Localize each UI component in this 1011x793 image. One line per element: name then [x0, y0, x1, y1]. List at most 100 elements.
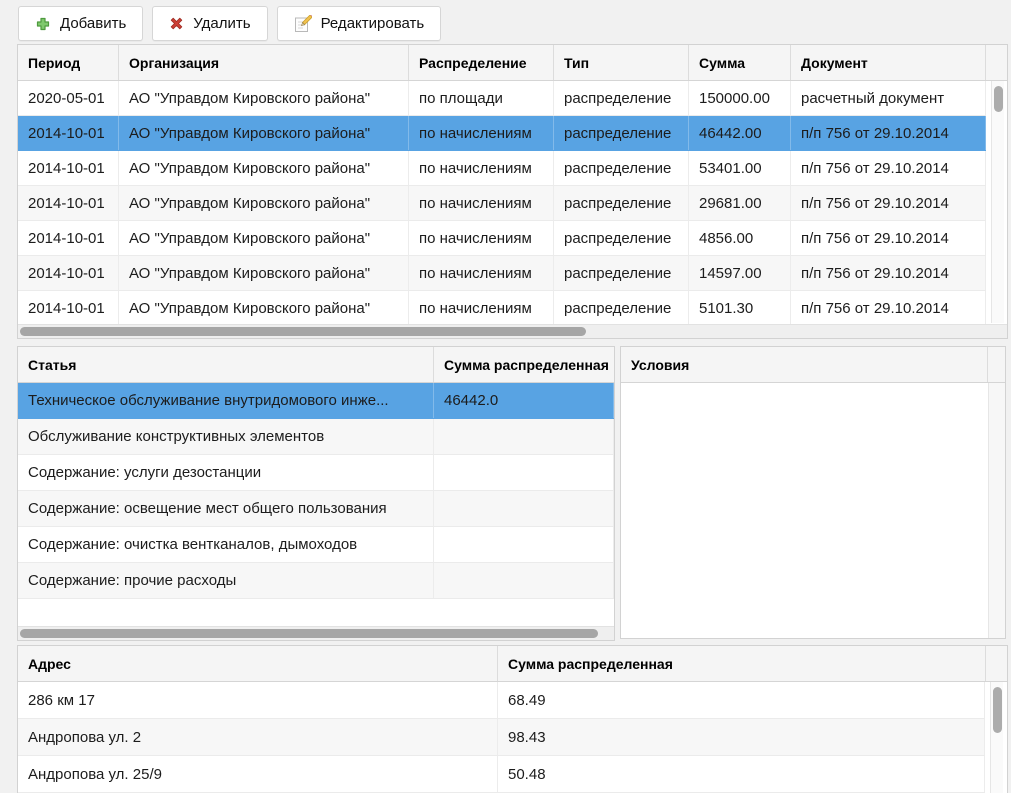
cell-sum [434, 527, 614, 562]
cell-sum: 46442.00 [689, 116, 791, 150]
table-row[interactable]: Андропова ул. 25/950.48 [18, 756, 985, 793]
table-row[interactable]: 2014-10-01АО "Управдом Кировского района… [18, 151, 986, 186]
cell-doc: п/п 756 от 29.10.2014 [791, 186, 986, 220]
cell-period: 2014-10-01 [18, 151, 119, 185]
column-header-doc[interactable]: Документ [791, 45, 986, 80]
vertical-scrollbar[interactable] [990, 682, 1003, 793]
column-header-sum[interactable]: Сумма [689, 45, 791, 80]
horizontal-scrollbar[interactable] [18, 626, 614, 640]
cell-doc: п/п 756 от 29.10.2014 [791, 151, 986, 185]
cell-period: 2014-10-01 [18, 221, 119, 255]
distributions-grid: Период Организация Распределение Тип Сум… [17, 44, 1008, 339]
cell-period: 2014-10-01 [18, 291, 119, 324]
cell-type: распределение [554, 151, 689, 185]
cell-org: АО "Управдом Кировского района" [119, 81, 409, 115]
cell-sum: 150000.00 [689, 81, 791, 115]
cell-sum [434, 491, 614, 526]
table-row[interactable]: 2020-05-01АО "Управдом Кировского района… [18, 81, 986, 116]
cell-type: распределение [554, 81, 689, 115]
cell-dist: по начислениям [409, 221, 554, 255]
table-row[interactable]: Андропова ул. 298.43 [18, 719, 985, 756]
horizontal-scrollbar[interactable] [18, 324, 1007, 338]
cell-sum: 68.49 [498, 682, 985, 718]
conditions-panel-header: Условия [621, 347, 1005, 383]
column-header-address[interactable]: Адрес [18, 646, 498, 681]
plus-icon [35, 16, 51, 32]
articles-grid-header: Статья Сумма распределенная [18, 347, 614, 383]
table-row[interactable]: 2014-10-01АО "Управдом Кировского района… [18, 291, 986, 324]
edit-button-label: Редактировать [321, 15, 425, 32]
table-row[interactable]: 2014-10-01АО "Управдом Кировского района… [18, 221, 986, 256]
column-header-type[interactable]: Тип [554, 45, 689, 80]
cell-period: 2020-05-01 [18, 81, 119, 115]
horizontal-scrollbar-thumb[interactable] [20, 327, 586, 336]
cell-dist: по площади [409, 81, 554, 115]
table-row[interactable]: 2014-10-01АО "Управдом Кировского района… [18, 256, 986, 291]
column-header-org[interactable]: Организация [119, 45, 409, 80]
table-row[interactable]: Техническое обслуживание внутридомового … [18, 383, 614, 419]
cell-address: Андропова ул. 2 [18, 719, 498, 755]
conditions-panel-body [621, 383, 988, 638]
table-row[interactable]: 2014-10-01АО "Управдом Кировского района… [18, 116, 986, 151]
cell-sum [434, 455, 614, 490]
cell-doc: п/п 756 от 29.10.2014 [791, 256, 986, 290]
add-button[interactable]: Добавить [18, 6, 143, 41]
table-row[interactable]: 2014-10-01АО "Управдом Кировского района… [18, 186, 986, 221]
cell-type: распределение [554, 291, 689, 324]
cell-address: 286 км 17 [18, 682, 498, 718]
cell-article: Содержание: очистка вентканалов, дымоход… [18, 527, 434, 562]
table-row[interactable]: Содержание: освещение мест общего пользо… [18, 491, 614, 527]
table-row[interactable]: Обслуживание конструктивных элементов [18, 419, 614, 455]
cell-sum: 29681.00 [689, 186, 791, 220]
addresses-grid: Адрес Сумма распределенная 286 км 1768.4… [17, 645, 1008, 793]
cell-sum: 50.48 [498, 756, 985, 792]
table-row[interactable]: 286 км 1768.49 [18, 682, 985, 719]
cell-sum: 53401.00 [689, 151, 791, 185]
conditions-scrollbar-track[interactable] [988, 383, 1005, 638]
cell-address: Андропова ул. 25/9 [18, 756, 498, 792]
cell-org: АО "Управдом Кировского района" [119, 221, 409, 255]
articles-grid: Статья Сумма распределенная Техническое … [17, 346, 615, 641]
horizontal-scrollbar-thumb[interactable] [20, 629, 598, 638]
edit-button[interactable]: Редактировать [277, 6, 442, 41]
column-header-address-sum[interactable]: Сумма распределенная [498, 646, 986, 681]
header-scrollbar-spacer [986, 646, 1007, 681]
delete-x-icon [169, 16, 184, 31]
cell-dist: по начислениям [409, 151, 554, 185]
header-scrollbar-spacer [986, 45, 1007, 80]
cell-sum: 5101.30 [689, 291, 791, 324]
articles-grid-body: Техническое обслуживание внутридомового … [18, 383, 614, 626]
column-header-period[interactable]: Период [18, 45, 119, 80]
pencil-edit-icon [294, 15, 312, 33]
cell-doc: п/п 756 от 29.10.2014 [791, 221, 986, 255]
cell-article: Содержание: прочие расходы [18, 563, 434, 598]
cell-type: распределение [554, 221, 689, 255]
toolbar: Добавить Удалить Редактир [18, 6, 441, 41]
cell-sum: 4856.00 [689, 221, 791, 255]
cell-sum: 14597.00 [689, 256, 791, 290]
cell-org: АО "Управдом Кировского района" [119, 256, 409, 290]
cell-dist: по начислениям [409, 116, 554, 150]
column-header-article[interactable]: Статья [18, 347, 434, 382]
vertical-scrollbar-thumb[interactable] [994, 86, 1003, 112]
cell-period: 2014-10-01 [18, 186, 119, 220]
header-scrollbar-spacer [988, 347, 1008, 382]
delete-button[interactable]: Удалить [152, 6, 267, 41]
table-row[interactable]: Содержание: прочие расходы [18, 563, 614, 599]
cell-type: распределение [554, 256, 689, 290]
cell-doc: п/п 756 от 29.10.2014 [791, 116, 986, 150]
cell-sum [434, 563, 614, 598]
cell-article: Содержание: освещение мест общего пользо… [18, 491, 434, 526]
cell-org: АО "Управдом Кировского района" [119, 116, 409, 150]
cell-dist: по начислениям [409, 291, 554, 324]
table-row[interactable]: Содержание: очистка вентканалов, дымоход… [18, 527, 614, 563]
cell-doc: расчетный документ [791, 81, 986, 115]
distributions-grid-header: Период Организация Распределение Тип Сум… [18, 45, 1007, 81]
column-header-conditions[interactable]: Условия [621, 347, 988, 382]
column-header-dist[interactable]: Распределение [409, 45, 554, 80]
vertical-scrollbar[interactable] [991, 81, 1004, 323]
column-header-article-sum[interactable]: Сумма распределенная [434, 347, 614, 382]
table-row[interactable]: Содержание: услуги дезостанции [18, 455, 614, 491]
cell-period: 2014-10-01 [18, 256, 119, 290]
vertical-scrollbar-thumb[interactable] [993, 687, 1002, 733]
